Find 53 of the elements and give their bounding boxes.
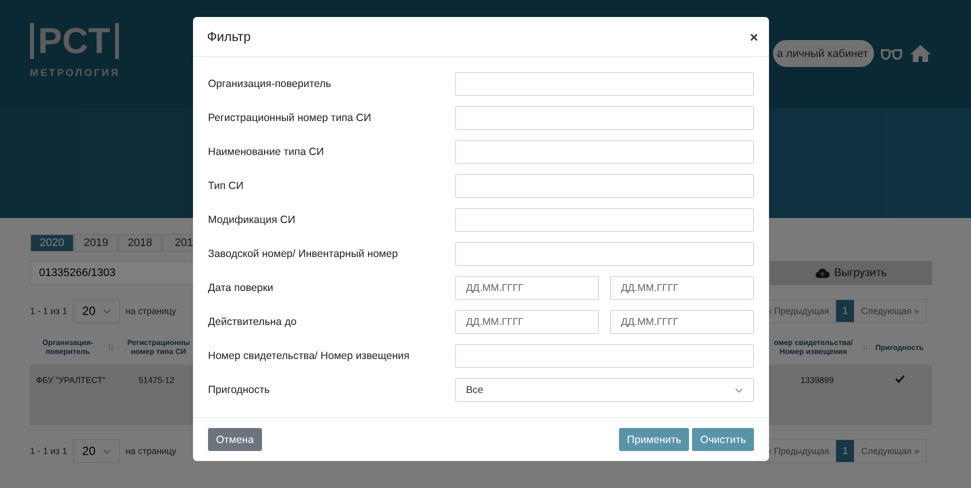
date-field[interactable]: ДД.ММ.ГГГГ (455, 310, 599, 334)
select-field[interactable]: Все (455, 378, 754, 402)
input-field[interactable] (455, 174, 754, 198)
clear-button[interactable]: Очистить (692, 428, 754, 452)
table-cell: 51475-12 (138, 375, 174, 385)
field-label: Модификация СИ (208, 214, 296, 226)
field-label: Организация-поверитель (208, 78, 332, 90)
page-size-select[interactable]: 20 (73, 439, 120, 463)
table-cell: 1339899 (800, 375, 834, 385)
field-label: Номер свидетельства/ Номер извещения (208, 350, 410, 362)
cloud-upload-icon (815, 268, 830, 278)
sort-icon[interactable] (862, 342, 867, 352)
chevron-down-icon (102, 448, 111, 454)
field-label: Действительна до (208, 316, 298, 328)
sort-icon[interactable] (108, 342, 114, 352)
dialog-title: Фильтр (207, 29, 251, 44)
page-size-select[interactable]: 20 (73, 299, 120, 323)
field-label: Дата поверки (208, 282, 274, 294)
export-button[interactable]: Выгрузить (770, 261, 932, 285)
apply-button[interactable]: Применить (619, 428, 690, 452)
date-field[interactable]: ДД.ММ.ГГГГ (610, 276, 754, 300)
date-field[interactable]: ДД.ММ.ГГГГ (455, 276, 599, 300)
table-cell-text: ФБУ "УРАЛТЕСТ" (35, 375, 106, 385)
page-number-button[interactable]: 1 (836, 300, 854, 322)
field-label: Регистрационный номер типа СИ (208, 112, 372, 124)
input-field[interactable] (455, 140, 754, 164)
page-number-button[interactable]: 1 (836, 440, 854, 462)
glasses-icon[interactable] (880, 46, 903, 60)
cancel-button[interactable]: Отмена (208, 428, 262, 452)
date-field[interactable]: ДД.ММ.ГГГГ (610, 310, 754, 334)
logo-subtitle: МЕТРОЛОГИЯ (30, 68, 120, 79)
field-label: Тип СИ (208, 180, 245, 192)
year-tab[interactable]: 2020 (30, 234, 74, 252)
field-label: Наименование типа СИ (208, 146, 325, 158)
input-field[interactable] (455, 106, 754, 130)
year-tab[interactable]: 2019 (74, 234, 118, 252)
input-field[interactable] (455, 344, 754, 368)
input-field[interactable] (455, 208, 754, 232)
close-button[interactable]: × (748, 28, 760, 45)
year-tab[interactable]: 2018 (118, 234, 162, 252)
page-range: 1 - 1 из 1 (30, 306, 68, 316)
home-icon[interactable] (909, 44, 932, 63)
logo-mark: РСТ (30, 22, 120, 60)
chevron-down-icon (735, 388, 743, 393)
field-label: Заводской номер/ Инвентарный номер (208, 248, 399, 260)
field-label: Пригодность (208, 384, 271, 396)
input-field[interactable] (455, 72, 754, 96)
input-field[interactable] (455, 242, 754, 266)
chevron-down-icon (102, 308, 111, 314)
page-range: 1 - 1 из 1 (30, 446, 68, 456)
account-button[interactable]: а личный кабинет (772, 40, 874, 67)
page-size-label: на страницу (126, 446, 176, 456)
page-size-label: на страницу (126, 306, 176, 316)
